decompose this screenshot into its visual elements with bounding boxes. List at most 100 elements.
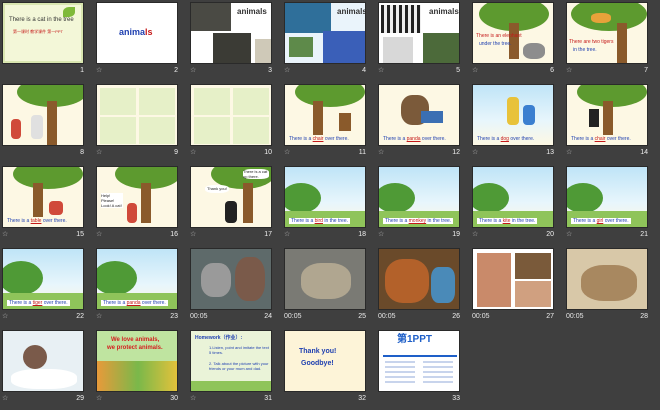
slide-thumbnail-27[interactable]: 00:05 27 [470,246,556,324]
slide-number: 32 [358,395,366,402]
slide-22-meta: ☆ 22 [2,312,84,322]
slide-13-caption: There is a dog over there. [477,136,535,142]
slide-thumbnail-18[interactable]: There is a bird in the tree. ☆ 18 [282,164,368,242]
slide-thumbnail-14[interactable]: There is a chair over there. ☆ 14 [564,82,650,160]
slide-thumbnail-19[interactable]: There is a monkey in the tree. ☆ 19 [376,164,462,242]
slide-thumbnail-28[interactable]: 00:05 28 [564,246,650,324]
slide-number: 10 [264,149,272,156]
slide-number: 5 [456,67,460,74]
slide-number: 12 [452,149,460,156]
slide-number: 33 [452,395,460,402]
slide-thumbnail-29[interactable]: ☆ 29 [0,328,86,406]
text-block-right [423,361,453,385]
slide-29-canvas [2,330,84,392]
slide-25-meta: 00:05 25 [284,312,366,322]
zebra-photo [381,5,421,33]
slide-thumbnail-17[interactable]: Thank you! There is a cat up there. ☆ 17 [188,164,274,242]
slide-number: 30 [170,395,178,402]
tree-trunk [33,183,43,217]
goodbye-text: Goodbye! [301,360,334,367]
slide-thumbnail-31[interactable]: Homework（作业）: 1.Listen, point and imitat… [188,328,274,406]
slide-thumbnail-3[interactable]: animals ☆ 3 [188,0,274,78]
splash-photo [11,369,77,389]
slide-19-meta: ☆ 19 [378,230,460,240]
slide-21-canvas: There is a girl over there. [566,166,648,228]
slide-thumbnail-12[interactable]: There is a panda over there. ☆ 12 [376,82,462,160]
slide-timing: 00:05 [472,313,490,320]
slide-5-canvas: animals [378,2,460,64]
tree-trunk [313,101,323,135]
slide-7-meta: ☆ 7 [566,66,648,76]
tiger-figure [591,13,611,23]
tree-trunk [603,101,613,135]
slide-26-meta: 00:05 26 [378,312,460,322]
slide-thumbnail-30[interactable]: We love animals, we protect animals. ☆ 3… [94,328,180,406]
slide-thumbnail-8[interactable]: 8 [0,82,86,160]
slide-thumbnail-20[interactable]: There is a kite in the tree. ☆ 20 [470,164,556,242]
animals-photo [423,33,459,63]
slide-28-canvas [566,248,648,310]
slide-thumbnail-26[interactable]: 00:05 26 [376,246,462,324]
slide-thumbnail-9[interactable]: ☆ 9 [94,82,180,160]
animation-star-icon: ☆ [2,395,9,402]
slide-sorter-grid: There is a cat in the tree 第一课时 教学课件 第一P… [0,0,660,410]
slide-thumbnail-1[interactable]: There is a cat in the tree 第一课时 教学课件 第一P… [0,0,86,78]
slide-24-meta: 00:05 24 [190,312,272,322]
tree-canopy [13,167,83,189]
panda-photo [383,37,413,63]
slide-29-meta: ☆ 29 [2,394,84,404]
animation-star-icon: ☆ [2,231,9,238]
slide-timing: 00:05 [190,313,208,320]
slide-15-caption: There is a table over there. [7,218,67,224]
slide-thumbnail-2[interactable]: animals ☆ 2 [94,0,180,78]
slide-thumbnail-21[interactable]: There is a girl over there. ☆ 21 [564,164,650,242]
slide-11-caption: There is a chair over there. [289,136,349,142]
slide-thumbnail-13[interactable]: There is a dog over there. ☆ 13 [470,82,556,160]
elephant-figure [523,43,545,59]
slide-18-caption: There is a bird in the tree. [289,218,350,224]
slide-thumbnail-25[interactable]: 00:05 25 [282,246,368,324]
tree-canopy [295,85,365,107]
slide-thumbnail-16[interactable]: Help! Please! Look! A cat! ☆ 16 [94,164,180,242]
slide-33-canvas: 第1PPT [378,330,460,392]
animation-star-icon: ☆ [472,149,479,156]
slide-number: 14 [640,149,648,156]
speech-bubble: Help! Please! Look! A cat! [101,193,123,208]
slide-32-canvas: Thank you! Goodbye! [284,330,366,392]
slide-number: 2 [174,67,178,74]
panel-3 [194,117,230,144]
panel-1 [194,88,230,115]
tree-trunk [47,101,57,145]
slide-thumbnail-32[interactable]: Thank you! Goodbye! 32 [282,328,368,406]
slide-thumbnail-15[interactable]: There is a table over there. ☆ 15 [0,164,86,242]
slide-thumbnail-33[interactable]: 第1PPT 33 [376,328,462,406]
slide-30-line1: We love animals, [111,337,160,343]
slide-thumbnail-24[interactable]: 00:05 24 [188,246,274,324]
slide-4-canvas: animals [284,2,366,64]
slide-19-caption: There is a monkey in the tree. [383,218,454,224]
slide-27-meta: 00:05 27 [472,312,554,322]
slide-33-meta: 33 [378,394,460,404]
slide-1-subtitle: 第一课时 教学课件 第一PPT [13,29,64,34]
slide-thumbnail-7[interactable]: There are two tigers in the tree. ☆ 7 [564,0,650,78]
slide-6-canvas: There is an elephant under the tree. [472,2,554,64]
child-photo [431,267,455,303]
grass [191,381,271,391]
slide-thumbnail-11[interactable]: There is a chair over there. ☆ 11 [282,82,368,160]
slide-thumbnail-10[interactable]: ☆ 10 [188,82,274,160]
slide-thumbnail-5[interactable]: animals ☆ 5 [376,0,462,78]
slide-thumbnail-4[interactable]: animals ☆ 4 [282,0,368,78]
slide-14-canvas: There is a chair over there. [566,84,648,146]
orangutan-photo [385,259,429,303]
slide-thumbnail-22[interactable]: There is a tiger over there. ☆ 22 [0,246,86,324]
slide-timing: 00:05 [566,313,584,320]
slide-31-meta: ☆ 31 [190,394,272,404]
slide-number: 20 [546,231,554,238]
slide-thumbnail-23[interactable]: There is a panda over there. ☆ 23 [94,246,180,324]
slide-thumbnail-6[interactable]: There is an elephant under the tree. ☆ 6 [470,0,556,78]
slide-number: 28 [640,313,648,320]
slide-number: 16 [170,231,178,238]
slide-number: 7 [644,67,648,74]
animation-star-icon: ☆ [284,67,291,74]
animation-star-icon: ☆ [378,67,385,74]
